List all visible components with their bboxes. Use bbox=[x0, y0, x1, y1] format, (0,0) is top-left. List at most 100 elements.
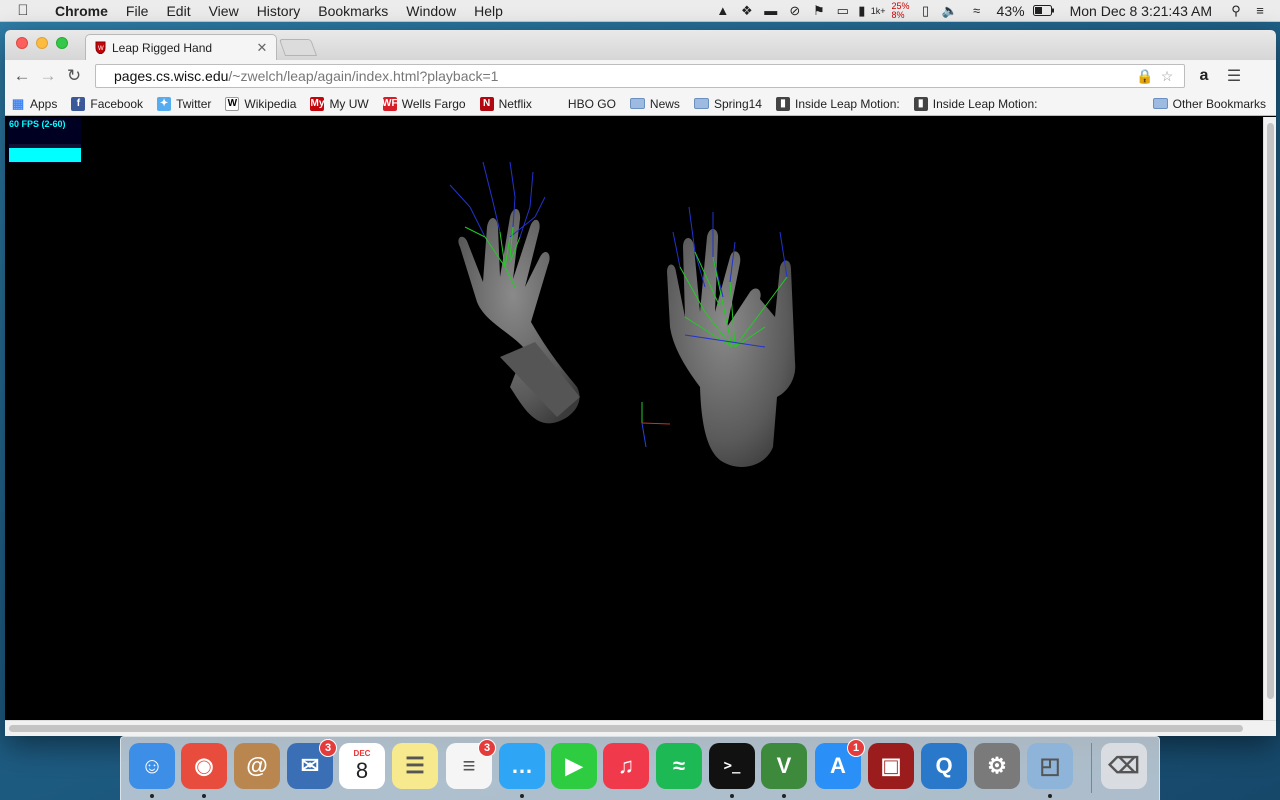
dock-app-reminders[interactable]: ≡ 3 bbox=[446, 739, 496, 789]
lock-icon[interactable]: 🔒 bbox=[1134, 68, 1156, 85]
close-tab-icon[interactable]: ✕ bbox=[256, 40, 268, 56]
facebook-icon: f bbox=[71, 96, 86, 111]
apple-icon[interactable]:  bbox=[0, 2, 46, 19]
dock-app-terminal[interactable]: >_ bbox=[709, 743, 755, 789]
bookmark-item[interactable]: HBO GO bbox=[546, 97, 616, 111]
horizontal-scroll-thumb[interactable] bbox=[9, 725, 1243, 732]
clock[interactable]: Mon Dec 8 3:21:43 AM bbox=[1058, 3, 1224, 19]
preview-icon: ◰ bbox=[1039, 753, 1061, 778]
wifi-icon[interactable]: ≈ bbox=[964, 0, 990, 22]
facetime-icon: ▶ bbox=[565, 753, 583, 778]
bookmark-item[interactable]: My My UW bbox=[310, 96, 369, 111]
bookmark-item[interactable]: News bbox=[629, 96, 680, 111]
volume-icon[interactable]: 🔈 bbox=[940, 0, 960, 22]
folder-icon bbox=[1152, 98, 1168, 109]
timemachine-icon[interactable]: ⊘ bbox=[785, 0, 805, 22]
running-indicator bbox=[202, 794, 206, 798]
folder-icon bbox=[629, 98, 645, 109]
bookmark-label: News bbox=[649, 96, 680, 111]
battery-widget-icon[interactable]: ▬ bbox=[761, 0, 781, 22]
minimize-window-button[interactable] bbox=[36, 37, 48, 49]
back-button[interactable]: ← bbox=[9, 63, 35, 89]
bookmark-item[interactable]: W Wikipedia bbox=[225, 96, 296, 111]
dock-app-quicktime[interactable]: Q bbox=[921, 743, 967, 789]
axis-z bbox=[641, 422, 647, 448]
chrome-menu-icon[interactable]: ☰ bbox=[1221, 63, 1247, 89]
address-bar[interactable]: pages.cs.wisc.edu /~zwelch/leap/again/in… bbox=[95, 64, 1185, 88]
star-icon[interactable]: ☆ bbox=[1156, 68, 1178, 85]
bookmark-item[interactable]: f Facebook bbox=[71, 96, 143, 111]
itunes-icon: ♫ bbox=[617, 753, 635, 778]
terminal-icon: >_ bbox=[723, 758, 741, 774]
dock-app-thunderbird[interactable]: ✉ 3 bbox=[287, 739, 337, 789]
dock-app-finder[interactable]: ☺ bbox=[129, 743, 175, 789]
leap-icon: ▮ bbox=[913, 96, 928, 111]
dock-app-app-store[interactable]: A1 bbox=[815, 739, 865, 789]
menu-app-name[interactable]: Chrome bbox=[46, 3, 117, 19]
dock-app-photo-booth[interactable]: ▣ bbox=[868, 743, 914, 789]
axis-x bbox=[641, 422, 671, 425]
bookmark-item[interactable]: ▮ Inside Leap Motion: bbox=[775, 96, 900, 111]
dock-app-notes[interactable]: ☰ bbox=[392, 743, 438, 789]
page-content[interactable]: 60 FPS (2-60) bbox=[5, 117, 1263, 720]
horizontal-scrollbar[interactable] bbox=[5, 720, 1276, 736]
dock-app-spotify[interactable]: ≈ bbox=[656, 743, 702, 789]
fps-stats-panel[interactable]: 60 FPS (2-60) bbox=[7, 118, 81, 164]
notification-icon[interactable]: ⚑ bbox=[809, 0, 829, 22]
dock-app-itunes[interactable]: ♫ bbox=[603, 743, 649, 789]
tab-title: Leap Rigged Hand bbox=[112, 40, 213, 55]
dock-app-contacts[interactable]: @ bbox=[234, 743, 280, 789]
bookmark-item[interactable]: ▮ Inside Leap Motion: bbox=[913, 96, 1037, 111]
dock-app-preview[interactable]: ◰ bbox=[1027, 743, 1073, 789]
dock-app-facetime[interactable]: ▶ bbox=[551, 743, 597, 789]
vertical-scrollbar[interactable] bbox=[1263, 117, 1276, 720]
tab-leap-rigged-hand[interactable]: W Leap Rigged Hand ✕ bbox=[85, 34, 277, 60]
url-host: pages.cs.wisc.edu bbox=[114, 68, 229, 84]
dock-app-system-preferences[interactable]: ⚙ bbox=[974, 743, 1020, 789]
bookmark-item[interactable]: ✦ Twitter bbox=[157, 96, 211, 111]
bookmark-item[interactable]: N Netflix bbox=[479, 96, 532, 111]
tab-strip: W Leap Rigged Hand ✕ bbox=[5, 30, 1276, 60]
bookmark-item[interactable]: ▦ Apps bbox=[11, 96, 58, 111]
thunderbird-icon: ✉ bbox=[300, 753, 320, 778]
battery-percent[interactable]: 43% bbox=[992, 3, 1030, 19]
reload-button[interactable]: ↻ bbox=[61, 63, 87, 89]
dock-app-calendar[interactable]: DEC 8 bbox=[339, 743, 385, 789]
zoom-window-button[interactable] bbox=[56, 37, 68, 49]
new-tab-button[interactable] bbox=[278, 39, 318, 56]
cpu-meter[interactable]: 25% 8% bbox=[888, 1, 914, 20]
amazon-extension-icon[interactable]: a bbox=[1193, 65, 1215, 87]
dock-app-chrome[interactable]: ◉ bbox=[181, 743, 227, 789]
memory-icon[interactable]: ▮ bbox=[857, 0, 867, 22]
fps-graph-dip bbox=[9, 144, 81, 148]
bookmark-item[interactable]: WF Wells Fargo bbox=[382, 96, 466, 111]
menu-window[interactable]: Window bbox=[397, 3, 465, 19]
dock-separator bbox=[1091, 743, 1092, 793]
google-drive-icon[interactable]: ▲ bbox=[713, 0, 733, 22]
dropbox-icon[interactable]: ❖ bbox=[737, 0, 757, 22]
leap-scene[interactable] bbox=[5, 117, 1263, 720]
dock-app-vim[interactable]: V bbox=[761, 743, 807, 789]
forward-button[interactable]: → bbox=[35, 63, 61, 89]
wellsfargo-icon: WF bbox=[382, 96, 398, 111]
menu-file[interactable]: File bbox=[117, 3, 158, 19]
close-window-button[interactable] bbox=[16, 37, 28, 49]
menu-help[interactable]: Help bbox=[465, 3, 512, 19]
dock-app-messages[interactable]: … bbox=[499, 743, 545, 789]
menu-bookmarks[interactable]: Bookmarks bbox=[309, 3, 397, 19]
phone-icon[interactable]: ▯ bbox=[916, 0, 936, 22]
notification-center-icon[interactable]: ≡ bbox=[1250, 0, 1270, 22]
airplay-icon[interactable]: ▭ bbox=[833, 0, 853, 22]
battery-icon[interactable] bbox=[1032, 0, 1056, 22]
running-indicator bbox=[782, 794, 786, 798]
spotlight-icon[interactable]: ⚲ bbox=[1226, 0, 1246, 22]
other-bookmarks[interactable]: Other Bookmarks bbox=[1152, 97, 1266, 111]
menu-edit[interactable]: Edit bbox=[157, 3, 199, 19]
menu-view[interactable]: View bbox=[200, 3, 248, 19]
cpu-bottom: 8% bbox=[891, 9, 905, 20]
vertical-scroll-thumb[interactable] bbox=[1267, 123, 1274, 699]
menu-history[interactable]: History bbox=[248, 3, 310, 19]
finder-icon: ☺ bbox=[140, 753, 164, 778]
dock-app-trash[interactable]: ⌫ bbox=[1101, 743, 1147, 789]
bookmark-item[interactable]: Spring14 bbox=[693, 97, 762, 111]
